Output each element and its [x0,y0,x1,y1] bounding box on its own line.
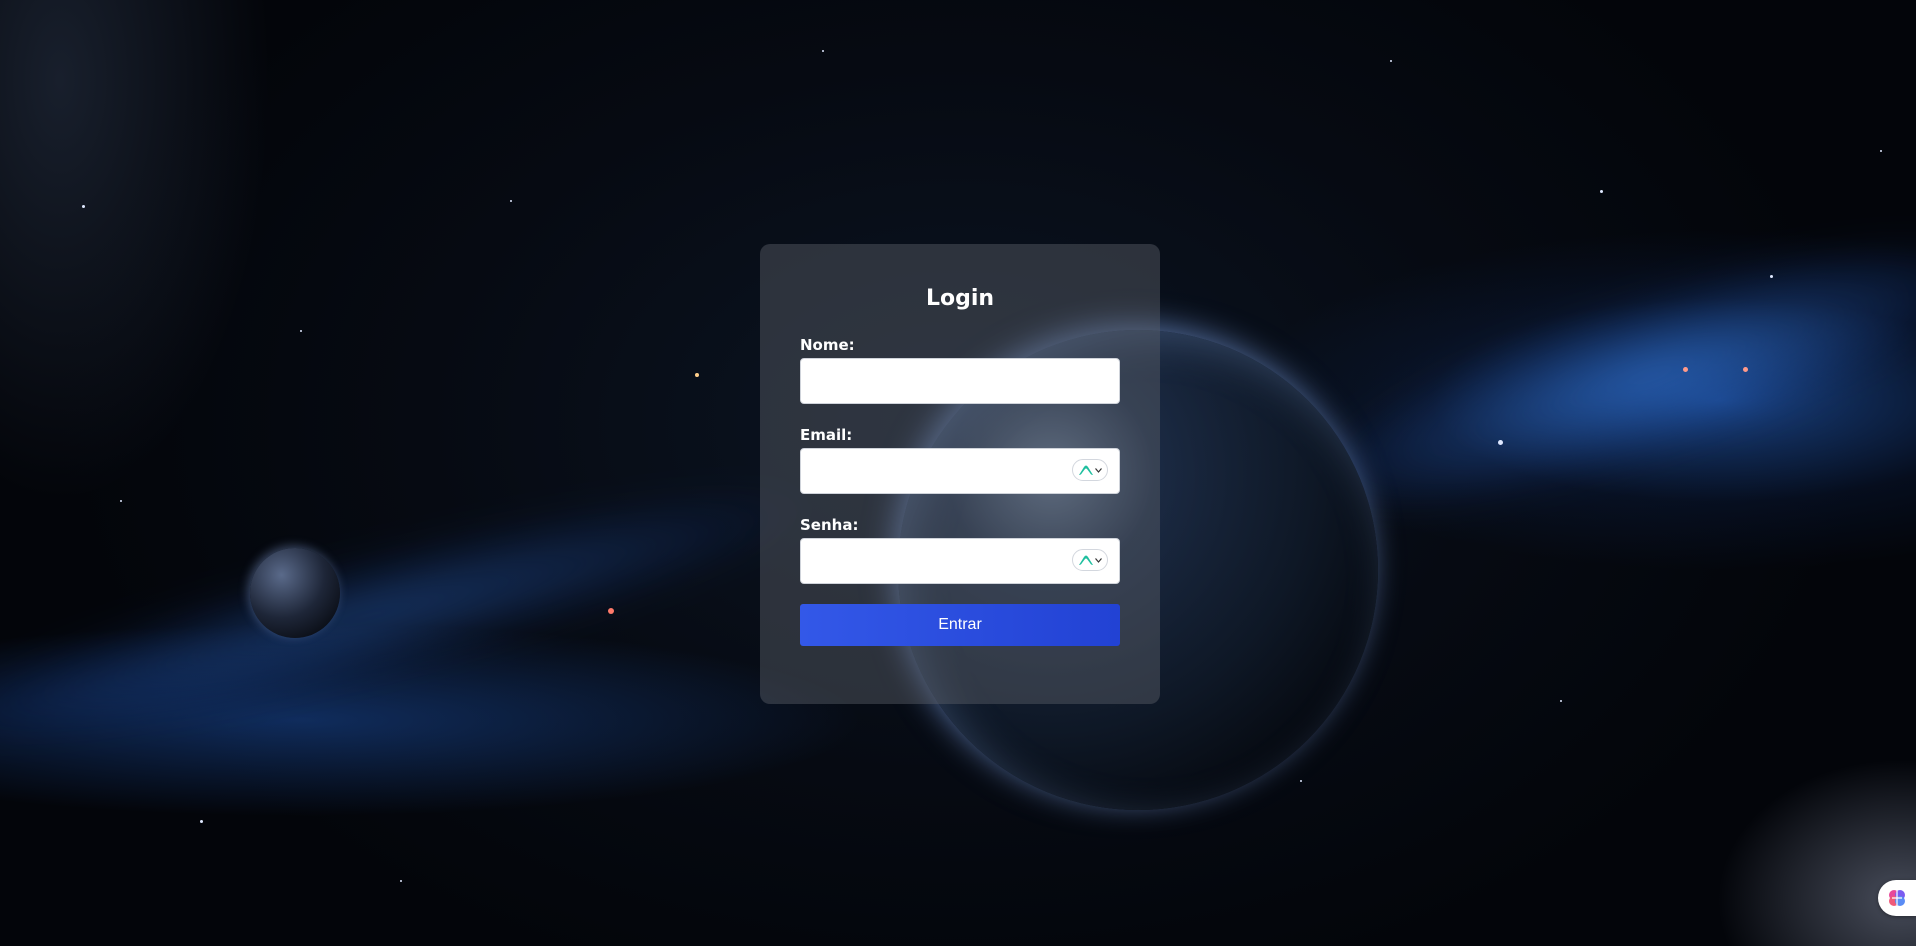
nome-label: Nome: [800,336,855,354]
star [822,50,824,52]
email-field-wrapper [800,448,1120,494]
star [1683,367,1688,372]
login-title: Login [925,286,995,311]
brain-icon[interactable] [1878,880,1916,916]
password-manager-icon[interactable] [1072,459,1108,481]
galaxy-band-left [0,452,820,778]
space-background: Login Nome: Email: Senha: Entrar [0,0,1916,946]
star [1743,367,1748,372]
star [82,205,85,208]
star [1390,60,1392,62]
star [1880,150,1882,152]
login-card: Login Nome: Email: Senha: Entrar [760,244,1160,704]
star [1300,780,1302,782]
star [1560,700,1562,702]
star [510,200,512,202]
star [400,880,402,882]
entrar-button[interactable]: Entrar [800,604,1120,646]
senha-label: Senha: [800,516,859,534]
nome-input[interactable] [800,358,1120,404]
star [695,373,699,377]
email-label: Email: [800,426,853,444]
password-manager-icon[interactable] [1072,549,1108,571]
star [1498,440,1503,445]
galaxy-band-right [1293,195,1916,555]
star [200,820,203,823]
star [120,500,122,502]
senha-field-wrapper [800,538,1120,584]
chevron-down-icon [1095,467,1102,473]
star [1770,275,1773,278]
moon [250,548,340,638]
star [1600,190,1603,193]
star [300,330,302,332]
nome-field-wrapper [800,358,1120,404]
chevron-down-icon [1095,557,1102,563]
star [608,608,614,614]
